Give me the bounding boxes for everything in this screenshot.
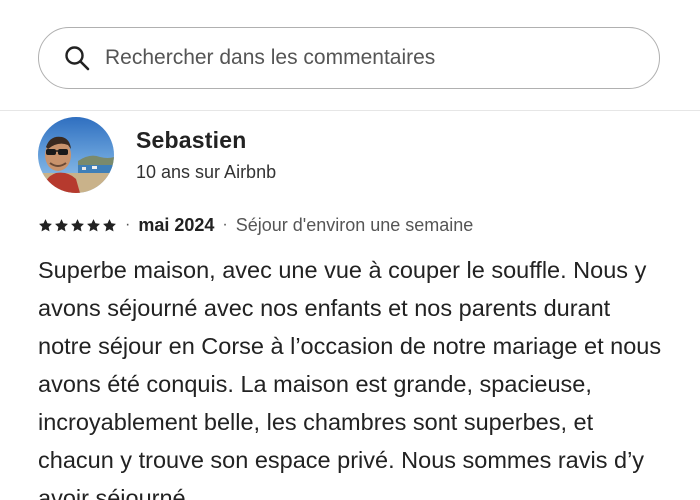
- review-card: Sebastien 10 ans sur Airbnb · mai 2024 ·…: [38, 117, 668, 500]
- review-date: mai 2024: [138, 214, 215, 235]
- reviewer-header: Sebastien 10 ans sur Airbnb: [38, 117, 668, 193]
- reviews-page: Sebastien 10 ans sur Airbnb · mai 2024 ·…: [0, 0, 700, 500]
- star-icon: [87, 218, 100, 231]
- meta-separator: ·: [222, 216, 228, 233]
- star-icon: [39, 218, 52, 231]
- stay-duration: Séjour d'environ une semaine: [235, 214, 474, 235]
- search-icon: [63, 44, 91, 72]
- star-icon: [103, 218, 116, 231]
- review-text: Superbe maison, avec une vue à couper le…: [38, 257, 662, 500]
- star-rating: [38, 218, 117, 233]
- divider: [0, 110, 700, 111]
- search-input[interactable]: [105, 46, 625, 70]
- meta-separator: ·: [125, 216, 131, 233]
- review-meta: · mai 2024 · Séjour d'environ une semain…: [38, 213, 668, 237]
- reviewer-name[interactable]: Sebastien: [136, 125, 276, 155]
- star-icon: [71, 218, 84, 231]
- star-icon: [55, 218, 68, 231]
- avatar[interactable]: [38, 117, 114, 193]
- reviewer-info: Sebastien 10 ans sur Airbnb: [136, 125, 276, 185]
- search-bar[interactable]: [38, 27, 660, 89]
- reviewer-tenure: 10 ans sur Airbnb: [136, 162, 277, 182]
